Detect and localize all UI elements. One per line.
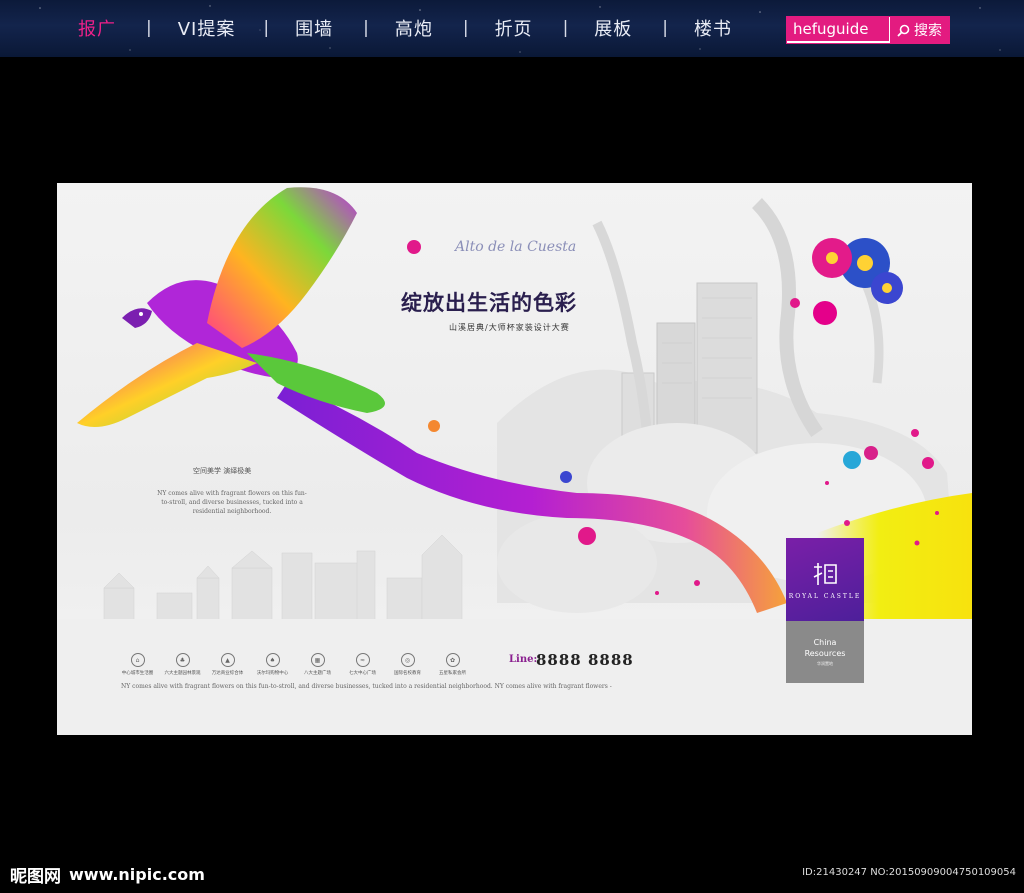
park-icon: ♣ xyxy=(175,653,190,667)
image-id-label: ID:21430247 NO:20150909004750109054 xyxy=(802,867,1016,878)
feature-item: ♣ 六大主题园林景观 xyxy=(160,653,205,676)
feature-item: ✿ 五星私家会所 xyxy=(430,653,475,676)
sport-icon: ◎ xyxy=(400,653,415,667)
brand-small-text: 华润置地 xyxy=(817,661,833,666)
feature-item: ▲ 万达商业综合体 xyxy=(205,653,250,676)
search-button[interactable]: 搜索 xyxy=(889,17,949,43)
building-icon: ⌂ xyxy=(130,653,145,667)
nav-separator: | xyxy=(562,18,569,38)
site-footer: 昵图网 www.nipic.com ID:21430247 NO:2015090… xyxy=(0,856,1024,893)
feature-item: ♠ 沃尔玛购物中心 xyxy=(250,653,295,676)
nav-separator: | xyxy=(462,18,469,38)
brand-panel: ROYAL CASTLE China Resources 华润置地 xyxy=(786,538,864,683)
mall-icon: ▦ xyxy=(310,653,325,667)
tree-icon: ♠ xyxy=(265,653,280,667)
nav-item-gaopao[interactable]: 高炮 xyxy=(395,15,433,41)
site-url: www.nipic.com xyxy=(69,865,205,884)
search-button-label: 搜索 xyxy=(914,23,942,39)
city-silhouette xyxy=(103,534,463,621)
top-navigation-bar: 报广 | VI提案 | 围墙 | 高炮 | 折页 | 展板 | 楼书 搜索 xyxy=(0,0,1024,57)
poster-left-title: 空间美学 演绎极美 xyxy=(193,467,252,475)
brand-name-block: China Resources 华润置地 xyxy=(786,621,864,683)
brand-logo-block: ROYAL CASTLE xyxy=(786,538,864,621)
poster-script-tagline: Alto de la Cuesta xyxy=(455,239,577,255)
feature-item: ▦ 八大主题广场 xyxy=(295,653,340,676)
brand-logo-text: ROYAL CASTLE xyxy=(788,593,862,600)
poster-preview: Alto de la Cuesta 绽放出生活的色彩 山溪居典/大师杯家装设计大… xyxy=(57,183,972,735)
nav-item-zhanban[interactable]: 展板 xyxy=(594,15,632,41)
brand-name-line1: China xyxy=(813,638,837,647)
nav-item-zheye[interactable]: 折页 xyxy=(495,15,533,41)
nav-separator: | xyxy=(146,18,152,38)
school-icon: ▲ xyxy=(220,653,235,667)
nav-item-loushu[interactable]: 楼书 xyxy=(694,15,732,41)
phone-number: 8888 8888 xyxy=(536,651,634,669)
garden-icon: ✿ xyxy=(445,653,460,667)
poster-subhead: 山溪居典/大师杯家装设计大赛 xyxy=(449,323,570,332)
poster-headline: 绽放出生活的色彩 xyxy=(401,290,577,315)
poster-left-copy: NY comes alive with fragrant flowers on … xyxy=(157,490,307,515)
nav-menu: 报广 | VI提案 | 围墙 | 高炮 | 折页 | 展板 | 楼书 xyxy=(0,14,732,42)
nav-separator: | xyxy=(263,18,270,38)
search-icon xyxy=(897,24,910,37)
nav-item-weiqiang[interactable]: 围墙 xyxy=(295,15,333,41)
feature-icon-row: ⌂ 中心城市生活圈 ♣ 六大主题园林景观 ▲ 万达商业综合体 ♠ 沃尔玛购物中心 ▦ 八大… xyxy=(115,653,475,676)
poster-footer-copy: NY comes alive with fragrant flowers on … xyxy=(121,683,612,690)
search-input[interactable] xyxy=(787,17,889,41)
site-name: 昵图网 xyxy=(10,867,61,887)
feature-item: ◎ 国际名校教育 xyxy=(385,653,430,676)
nav-separator: | xyxy=(363,18,369,38)
brand-name-line2: Resources xyxy=(804,649,846,658)
nav-separator: | xyxy=(662,18,669,38)
nav-item-vi[interactable]: VI提案 xyxy=(178,15,236,41)
site-logo[interactable]: 昵图网 www.nipic.com xyxy=(10,862,205,887)
parrot-illustration xyxy=(77,187,385,427)
search-box: 搜索 xyxy=(786,16,950,44)
feature-item: ≈ 七大中心广场 xyxy=(340,653,385,676)
nav-item-baoguang[interactable]: 报广 xyxy=(78,15,116,41)
feature-item: ⌂ 中心城市生活圈 xyxy=(115,653,160,676)
brand-logo-icon xyxy=(813,563,837,585)
phone-label: Line: xyxy=(509,654,538,665)
pool-icon: ≈ xyxy=(355,653,370,667)
